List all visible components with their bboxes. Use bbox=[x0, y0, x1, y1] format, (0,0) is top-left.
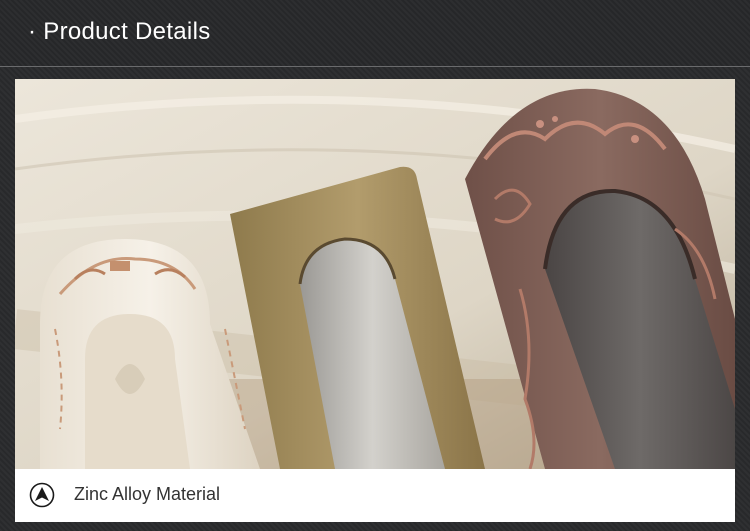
navigation-arrow-icon bbox=[29, 482, 55, 508]
caption-bar: Zinc Alloy Material bbox=[15, 469, 735, 522]
page-header: · Product Details bbox=[0, 0, 750, 66]
page-title: · Product Details bbox=[28, 18, 211, 45]
caption-text: Zinc Alloy Material bbox=[74, 484, 221, 504]
product-photo bbox=[15, 79, 735, 469]
